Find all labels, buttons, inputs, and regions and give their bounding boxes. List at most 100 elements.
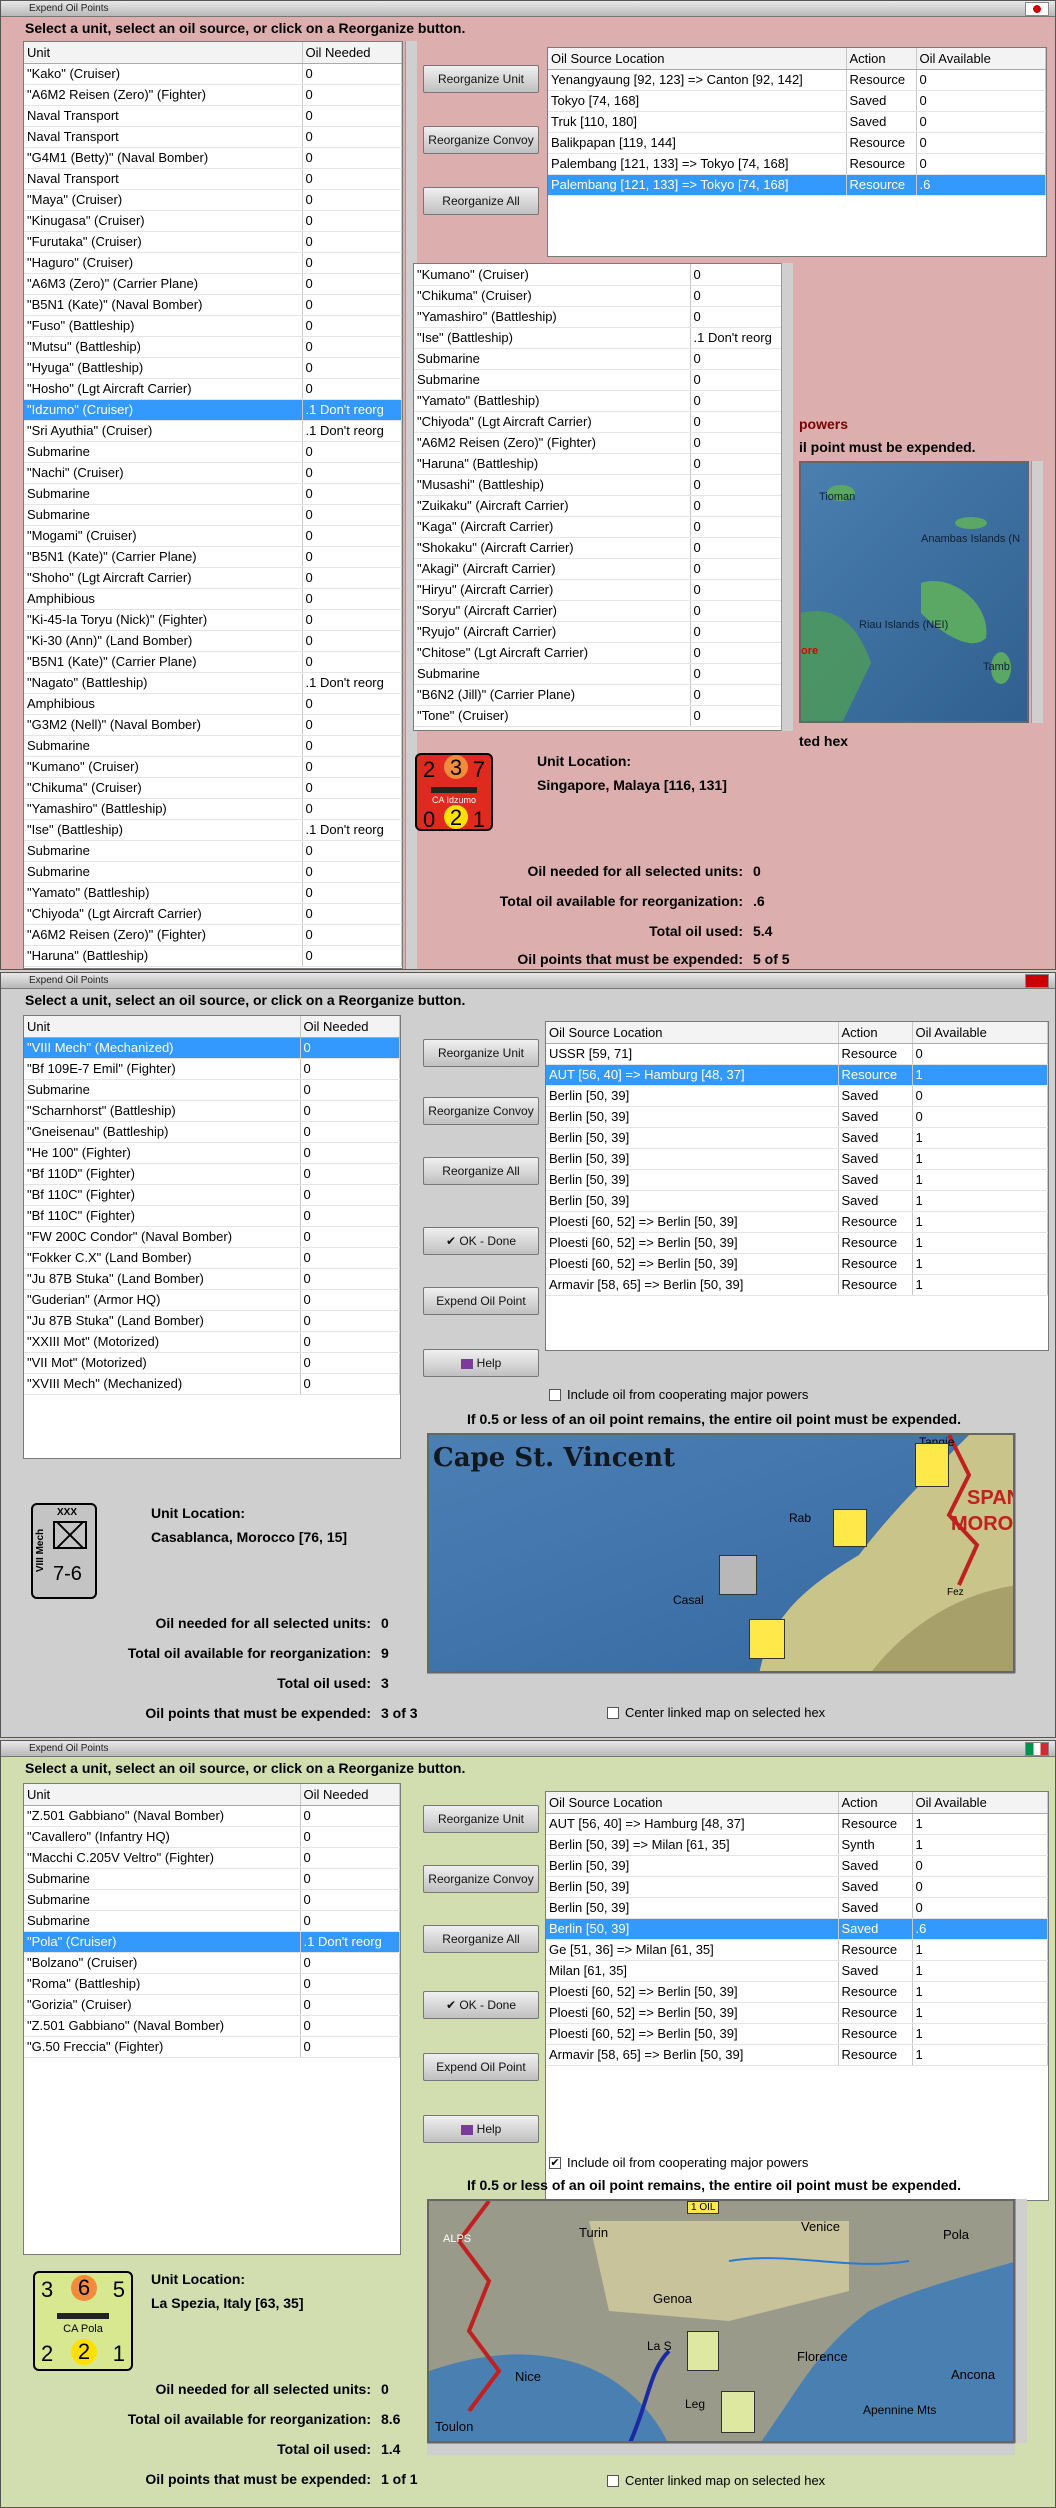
table-row[interactable]: "Bolzano" (Cruiser) 0: [24, 1952, 400, 1974]
table-row[interactable]: Berlin [50, 39] Saved 0: [546, 1855, 1048, 1877]
column-header[interactable]: Oil Source Location: [546, 1022, 839, 1044]
table-row[interactable]: "A6M2 Reisen (Zero)" (Fighter) 0: [414, 432, 792, 454]
table-row[interactable]: "Akagi" (Aircraft Carrier) 0: [414, 558, 792, 580]
table-row[interactable]: Submarine 0: [414, 663, 792, 685]
table-row[interactable]: "Mogami" (Cruiser) 0: [24, 525, 402, 547]
column-header[interactable]: Action: [838, 1792, 913, 1814]
expend-oil-point-button[interactable]: Expend Oil Point: [423, 2053, 539, 2081]
table-row[interactable]: "Tone" (Cruiser) 0: [414, 705, 792, 727]
table-row[interactable]: "Chikuma" (Cruiser) 0: [24, 777, 402, 799]
column-header[interactable]: Oil Source Location: [546, 1792, 839, 1814]
table-row[interactable]: "Bf 110C" (Fighter) 0: [24, 1184, 400, 1206]
table-row[interactable]: "Ju 87B Stuka" (Land Bomber) 0: [24, 1310, 400, 1332]
reorganize-unit-button[interactable]: Reorganize Unit: [423, 1805, 539, 1833]
help-button[interactable]: Help: [423, 2115, 539, 2143]
table-row[interactable]: "Musashi" (Battleship) 0: [414, 474, 792, 496]
table-row[interactable]: "G3M2 (Nell)" (Naval Bomber) 0: [24, 714, 402, 736]
map-vertical-scrollbar[interactable]: [1031, 461, 1043, 723]
reorganize-all-button[interactable]: Reorganize All: [423, 1925, 539, 1953]
table-row[interactable]: Submarine 0: [24, 441, 402, 463]
table-row[interactable]: "Chikuma" (Cruiser) 0: [414, 285, 792, 307]
column-header[interactable]: Unit: [24, 1016, 301, 1038]
reorganize-unit-button[interactable]: Reorganize Unit: [423, 65, 539, 93]
table-row[interactable]: "Haruna" (Battleship) 0: [414, 453, 792, 475]
table-row[interactable]: "A6M2 Reisen (Zero)" (Fighter) 0: [24, 924, 402, 946]
table-row[interactable]: Ploesti [60, 52] => Berlin [50, 39] Resou…: [546, 1232, 1048, 1254]
unit-list[interactable]: Unit Oil Needed "VIII Mech" (Mechanized) 0 "…: [23, 1015, 401, 1459]
table-row[interactable]: "Kako" (Cruiser) 0: [24, 63, 402, 85]
ok-done-button[interactable]: ✔ OK - Done: [423, 1991, 539, 2019]
table-row[interactable]: "Ise" (Battleship) .1 Don't reorg: [414, 327, 792, 349]
table-row[interactable]: "Gorizia" (Cruiser) 0: [24, 1994, 400, 2016]
table-row[interactable]: AUT [56, 40] => Hamburg [48, 37] Resource…: [546, 1813, 1048, 1835]
table-row[interactable]: "Scharnhorst" (Battleship) 0: [24, 1100, 400, 1122]
table-row[interactable]: "Ju 87B Stuka" (Land Bomber) 0: [24, 1268, 400, 1290]
table-row[interactable]: "Gneisenau" (Battleship) 0: [24, 1121, 400, 1143]
table-row[interactable]: "FW 200C Condor" (Naval Bomber) 0: [24, 1226, 400, 1248]
column-header[interactable]: Oil Needed: [302, 42, 402, 64]
expend-oil-point-button[interactable]: Expend Oil Point: [423, 1287, 539, 1315]
map-vertical-scrollbar[interactable]: [1015, 2199, 1027, 2443]
table-row[interactable]: "Furutaka" (Cruiser) 0: [24, 231, 402, 253]
help-button[interactable]: Help: [423, 1349, 539, 1377]
table-row[interactable]: "He 100" (Fighter) 0: [24, 1142, 400, 1164]
table-row[interactable]: Berlin [50, 39] Saved 1: [546, 1148, 1048, 1170]
table-row[interactable]: Submarine 0: [414, 369, 792, 391]
table-row[interactable]: Milan [61, 35] Saved 1: [546, 1960, 1048, 1982]
overlay-scrollbar[interactable]: [781, 263, 793, 731]
table-row[interactable]: "Roma" (Battleship) 0: [24, 1973, 400, 1995]
table-row[interactable]: "B6N2 (Jill)" (Carrier Plane) 0: [414, 684, 792, 706]
table-row[interactable]: "A6M2 Reisen (Zero)" (Fighter) 0: [24, 84, 402, 106]
table-row[interactable]: "Guderian" (Armor HQ) 0: [24, 1289, 400, 1311]
table-row[interactable]: "XVIII Mech" (Mechanized) 0: [24, 1373, 400, 1395]
table-row[interactable]: "Zuikaku" (Aircraft Carrier) 0: [414, 495, 792, 517]
column-header[interactable]: Unit: [24, 42, 303, 64]
table-row[interactable]: "Kinugasa" (Cruiser) 0: [24, 210, 402, 232]
table-row[interactable]: "Fuso" (Battleship) 0: [24, 315, 402, 337]
table-row[interactable]: Berlin [50, 39] Saved 0: [546, 1106, 1048, 1128]
table-row[interactable]: "Idzumo" (Cruiser) .1 Don't reorg: [24, 399, 402, 421]
reorganize-all-button[interactable]: Reorganize All: [423, 187, 539, 215]
table-row[interactable]: Berlin [50, 39] Saved 1: [546, 1190, 1048, 1212]
table-row[interactable]: "Chiyoda" (Lgt Aircraft Carrier) 0: [414, 411, 792, 433]
oil-source-list[interactable]: Oil Source Location Action Oil Available US…: [545, 1021, 1049, 1351]
table-row[interactable]: "B5N1 (Kate)" (Naval Bomber) 0: [24, 294, 402, 316]
linked-map[interactable]: Cape St. Vincent SPAN MOROCC Tangie Rab …: [427, 1433, 1015, 1673]
map-unit-counter[interactable]: [833, 1509, 867, 1547]
table-row[interactable]: Ploesti [60, 52] => Berlin [50, 39] Resou…: [546, 1211, 1048, 1233]
center-linked-map-checkbox[interactable]: [607, 2475, 619, 2487]
table-row[interactable]: "Cavallero" (Infantry HQ) 0: [24, 1826, 400, 1848]
table-row[interactable]: "Yamashiro" (Battleship) 0: [24, 798, 402, 820]
map-unit-counter[interactable]: [749, 1619, 785, 1659]
linked-map[interactable]: ALPS Turin Venice Pola Genoa Florence Ni…: [427, 2199, 1015, 2443]
table-row[interactable]: "Ryujo" (Aircraft Carrier) 0: [414, 621, 792, 643]
table-row[interactable]: Naval Transport 0: [24, 105, 402, 127]
table-row[interactable]: AUT [56, 40] => Hamburg [48, 37] Resource…: [546, 1064, 1048, 1086]
unit-list[interactable]: Unit Oil Needed "Kako" (Cruiser) 0 "A6M2 Rei…: [23, 41, 403, 969]
table-row[interactable]: "Macchi C.205V Veltro" (Fighter) 0: [24, 1847, 400, 1869]
table-row[interactable]: "Hosho" (Lgt Aircraft Carrier) 0: [24, 378, 402, 400]
table-row[interactable]: Berlin [50, 39] Saved 0: [546, 1876, 1048, 1898]
table-row[interactable]: Balikpapan [119, 144] Resource 0: [548, 132, 1046, 154]
map-unit-counter[interactable]: [721, 2391, 755, 2433]
table-row[interactable]: "Chitose" (Lgt Aircraft Carrier) 0: [414, 642, 792, 664]
include-cooperating-checkbox[interactable]: ✔: [549, 2157, 561, 2169]
table-row[interactable]: Submarine 0: [24, 1910, 400, 1932]
reorganize-convoy-button[interactable]: Reorganize Convoy: [423, 126, 539, 154]
table-row[interactable]: "Nachi" (Cruiser) 0: [24, 462, 402, 484]
table-row[interactable]: "Hiryu" (Aircraft Carrier) 0: [414, 579, 792, 601]
reorganize-unit-button[interactable]: Reorganize Unit: [423, 1039, 539, 1067]
column-header[interactable]: Unit: [24, 1784, 301, 1806]
table-row[interactable]: Berlin [50, 39] => Milan [61, 35] Synth 1: [546, 1834, 1048, 1856]
table-row[interactable]: "Bf 110D" (Fighter) 0: [24, 1163, 400, 1185]
ok-done-button[interactable]: ✔ OK - Done: [423, 1227, 539, 1255]
table-row[interactable]: "Haruna" (Battleship) 0: [24, 945, 402, 967]
table-row[interactable]: Armavir [58, 65] => Berlin [50, 39] Resou…: [546, 1274, 1048, 1296]
table-row[interactable]: "Bf 110C" (Fighter) 0: [24, 1205, 400, 1227]
table-row[interactable]: Submarine 0: [24, 483, 402, 505]
table-row[interactable]: Naval Transport 0: [24, 126, 402, 148]
column-header[interactable]: Oil Available: [912, 1022, 1048, 1044]
table-row[interactable]: Ploesti [60, 52] => Berlin [50, 39] Resou…: [546, 1253, 1048, 1275]
table-row[interactable]: Submarine 0: [24, 1079, 400, 1101]
table-row[interactable]: "Yamashiro" (Battleship) 0: [414, 306, 792, 328]
